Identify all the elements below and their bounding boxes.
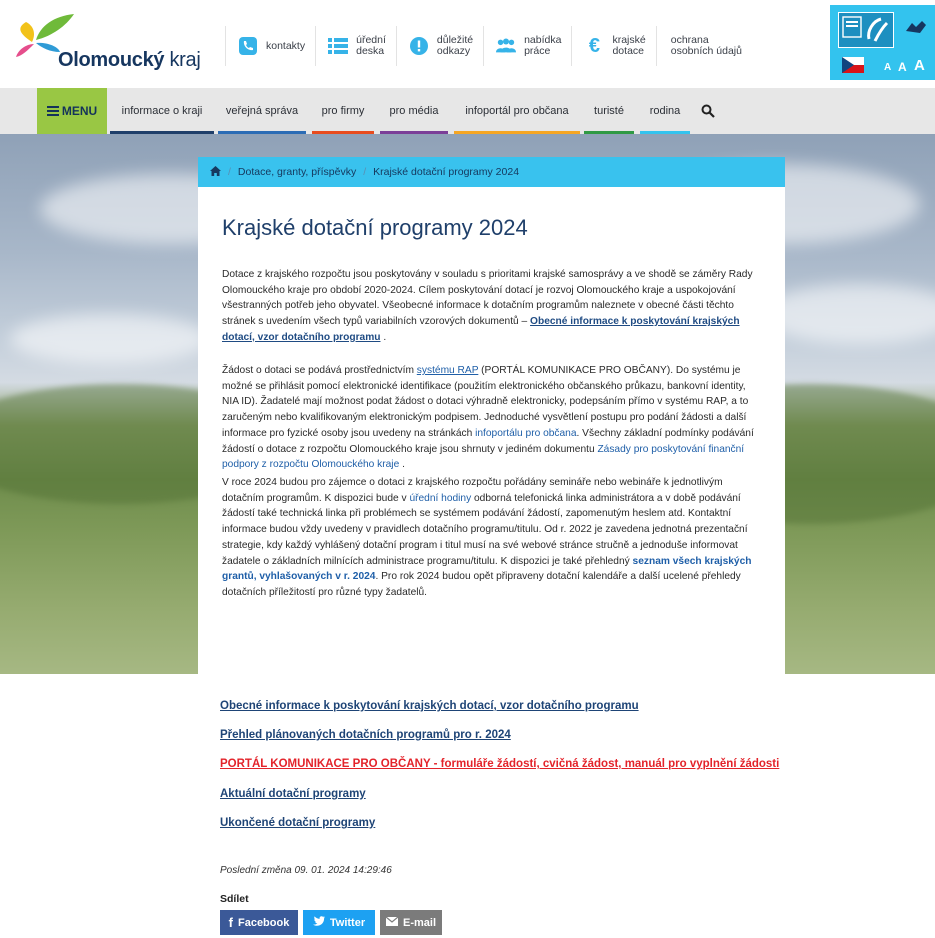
link-planned-programs[interactable]: Přehled plánovaných dotačních programů p… bbox=[220, 729, 511, 741]
last-change-text: Poslední změna 09. 01. 2024 14:29:46 bbox=[220, 865, 392, 876]
logo-text: Olomoucký kraj bbox=[58, 49, 201, 71]
search-icon[interactable] bbox=[696, 88, 720, 134]
font-size-medium[interactable]: A bbox=[898, 60, 907, 74]
office-hours-link[interactable]: úřední hodiny bbox=[409, 493, 471, 504]
people-icon bbox=[496, 36, 517, 56]
nav-item-citizen-portal[interactable]: infoportál pro občana bbox=[454, 88, 580, 134]
quick-links: kontakty úřední deska důležité odkazy na… bbox=[225, 26, 752, 66]
accessibility-panel: A A A bbox=[830, 5, 935, 80]
page-title: Krajské dotační programy 2024 bbox=[222, 215, 528, 240]
quick-link-job-offers[interactable]: nabídka práce bbox=[483, 26, 571, 66]
quick-link-regional-grants[interactable]: € krajské dotace bbox=[571, 26, 655, 66]
link-citizen-portal-forms[interactable]: PORTÁL KOMUNIKACE PRO OBČANY - formuláře… bbox=[220, 758, 779, 770]
breadcrumb-current: Krajské dotační programy 2024 bbox=[373, 166, 520, 178]
site-header: Olomoucký kraj kontakty úřední deska důl… bbox=[0, 0, 935, 88]
nav-item-region-info[interactable]: informace o kraji bbox=[110, 88, 214, 134]
mail-icon bbox=[385, 916, 399, 929]
font-size-small[interactable]: A bbox=[884, 62, 891, 73]
share-email-button[interactable]: E-mail bbox=[380, 910, 442, 935]
application-paragraph: Žádost o dotaci se podává prostřednictví… bbox=[222, 365, 754, 471]
czech-flag-icon[interactable] bbox=[842, 57, 864, 73]
share-title: Sdílet bbox=[220, 893, 249, 905]
nav-item-tourists[interactable]: turisté bbox=[584, 88, 634, 134]
link-current-programs[interactable]: Aktuální dotační programy bbox=[220, 788, 366, 800]
link-general-info[interactable]: Obecné informace k poskytování krajských… bbox=[220, 700, 639, 712]
quick-link-contacts[interactable]: kontakty bbox=[225, 26, 315, 66]
quick-link-privacy[interactable]: ochrana osobních údajů bbox=[655, 26, 752, 66]
share-facebook-button[interactable]: f Facebook bbox=[220, 910, 298, 935]
seminars-paragraph: V roce 2024 budou pro zájemce o dotaci z… bbox=[222, 477, 752, 598]
list-icon bbox=[328, 36, 349, 56]
hamburger-icon bbox=[46, 106, 59, 116]
breadcrumb-item[interactable]: Dotace, granty, příspěvky bbox=[238, 166, 356, 178]
site-logo[interactable]: Olomoucký kraj bbox=[14, 12, 214, 74]
content-card: / Dotace, granty, příspěvky / Krajské do… bbox=[198, 157, 785, 674]
sign-hand-icon[interactable] bbox=[904, 17, 928, 37]
citizen-portal-link[interactable]: infoportálu pro občana bbox=[475, 428, 576, 439]
sign-language-icon[interactable] bbox=[838, 12, 894, 48]
font-size-large[interactable]: A bbox=[914, 57, 925, 74]
main-nav: MENU informace o kraji veřejná správa pr… bbox=[0, 88, 935, 134]
quick-link-important-links[interactable]: důležité odkazy bbox=[395, 26, 483, 66]
home-icon[interactable] bbox=[210, 165, 221, 179]
euro-icon: € bbox=[588, 34, 601, 57]
breadcrumb: / Dotace, granty, příspěvky / Krajské do… bbox=[198, 157, 785, 187]
link-finished-programs[interactable]: Ukončené dotační programy bbox=[220, 817, 375, 829]
share-twitter-button[interactable]: Twitter bbox=[303, 910, 375, 935]
nav-item-family[interactable]: rodina bbox=[640, 88, 690, 134]
quick-link-official-board[interactable]: úřední deska bbox=[315, 26, 396, 66]
phone-icon bbox=[238, 36, 258, 56]
nav-item-public-administration[interactable]: veřejná správa bbox=[218, 88, 306, 134]
menu-button[interactable]: MENU bbox=[37, 88, 107, 134]
facebook-icon: f bbox=[228, 915, 233, 930]
twitter-icon bbox=[312, 916, 325, 929]
rap-system-link[interactable]: systému RAP bbox=[417, 365, 479, 376]
intro-paragraph: Dotace z krajského rozpočtu jsou poskyto… bbox=[222, 269, 753, 343]
exclamation-icon bbox=[409, 36, 429, 56]
nav-item-for-media[interactable]: pro média bbox=[380, 88, 448, 134]
nav-item-for-companies[interactable]: pro firmy bbox=[312, 88, 374, 134]
